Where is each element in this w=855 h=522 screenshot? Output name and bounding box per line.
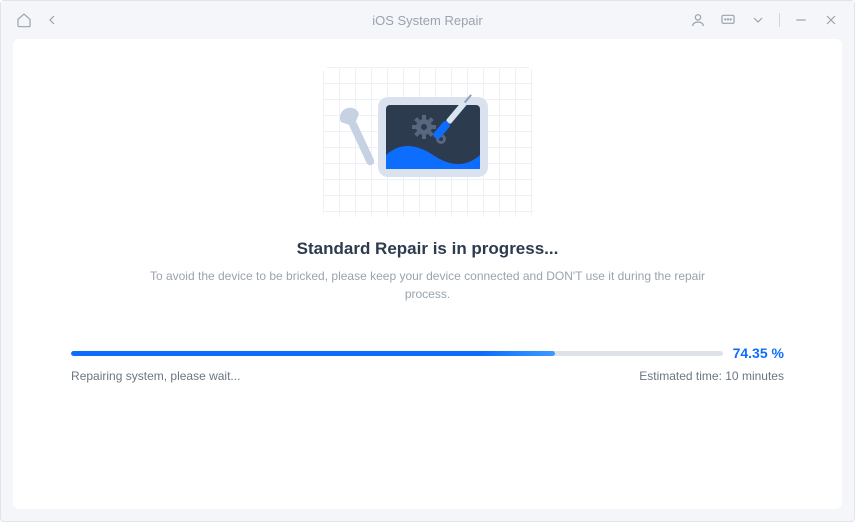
- titlebar: iOS System Repair: [1, 1, 854, 39]
- minimize-icon[interactable]: [792, 11, 810, 29]
- repair-illustration: [323, 67, 533, 217]
- progress-status-text: Repairing system, please wait...: [71, 369, 240, 383]
- progress-fill: [71, 351, 555, 356]
- app-window: iOS System Repair: [0, 0, 855, 522]
- feedback-icon[interactable]: [719, 11, 737, 29]
- home-icon[interactable]: [15, 11, 33, 29]
- progress-labels: Repairing system, please wait... Estimat…: [71, 369, 784, 383]
- window-title: iOS System Repair: [372, 13, 483, 28]
- progress-percent: 74.35 %: [733, 345, 784, 361]
- back-icon[interactable]: [43, 11, 61, 29]
- progress-subtext: To avoid the device to be bricked, pleas…: [148, 267, 708, 303]
- content-panel: Standard Repair is in progress... To avo…: [13, 39, 842, 509]
- progress-heading: Standard Repair is in progress...: [297, 239, 559, 259]
- user-icon[interactable]: [689, 11, 707, 29]
- progress-track: [71, 351, 723, 356]
- repair-illustration-svg: [338, 77, 518, 207]
- close-icon[interactable]: [822, 11, 840, 29]
- titlebar-left: [15, 11, 61, 29]
- titlebar-right: [689, 11, 840, 29]
- chevron-down-icon[interactable]: [749, 11, 767, 29]
- progress-bar-row: 74.35 %: [71, 345, 784, 361]
- progress-eta-text: Estimated time: 10 minutes: [639, 369, 784, 383]
- titlebar-divider: [779, 13, 780, 27]
